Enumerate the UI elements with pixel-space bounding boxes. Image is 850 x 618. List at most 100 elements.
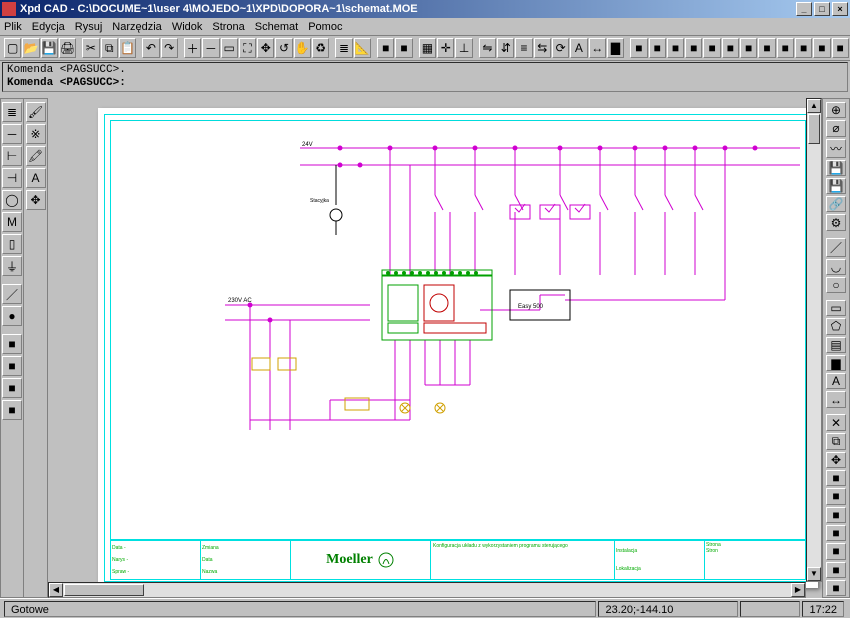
scroll-down-button[interactable]: ▼ <box>807 567 821 581</box>
cable-button[interactable]: 〰 <box>826 139 846 158</box>
ortho-button[interactable]: ⊥ <box>455 38 472 58</box>
line-button[interactable]: ／ <box>826 238 846 257</box>
circle-button[interactable]: ○ <box>826 277 846 293</box>
del-button[interactable]: ✕ <box>826 414 846 430</box>
new-button[interactable]: ▢ <box>4 38 21 58</box>
menu-plik[interactable]: Plik <box>4 21 22 33</box>
sym7-button[interactable]: ■ <box>740 38 757 58</box>
copy2-button[interactable]: ⧉ <box>826 433 846 450</box>
print-button[interactable]: 🖨 <box>59 38 76 58</box>
dim-button[interactable]: ↔ <box>589 38 606 58</box>
block4-button[interactable]: ■ <box>2 400 22 420</box>
tool-b-button[interactable]: ■ <box>395 38 412 58</box>
flip-h-button[interactable]: ⇋ <box>479 38 496 58</box>
zoom-window-button[interactable]: ▭ <box>221 38 238 58</box>
dim2-button[interactable]: ↔ <box>826 391 846 407</box>
menu-schemat[interactable]: Schemat <box>255 21 298 33</box>
cut-button[interactable]: ✂ <box>82 38 99 58</box>
text-button[interactable]: A <box>570 38 587 58</box>
hand-button[interactable]: ✋ <box>294 38 311 58</box>
move2-button[interactable]: ✥ <box>826 452 846 468</box>
sym3-button[interactable]: ■ <box>667 38 684 58</box>
wire-button[interactable]: ─ <box>2 124 22 144</box>
pan-button[interactable]: ✥ <box>257 38 274 58</box>
motor-button[interactable]: M <box>2 212 22 232</box>
mirr2-button[interactable]: ■ <box>826 488 846 504</box>
mirror-button[interactable]: ⇆ <box>534 38 551 58</box>
close-button[interactable]: × <box>832 2 848 16</box>
sym2-button[interactable]: ■ <box>649 38 666 58</box>
menu-edycja[interactable]: Edycja <box>32 21 65 33</box>
move-button[interactable]: ✥ <box>26 190 46 210</box>
copy-button[interactable]: ⧉ <box>101 38 118 58</box>
coil-button[interactable]: ◯ <box>2 190 22 210</box>
regen-button[interactable]: ♻ <box>312 38 329 58</box>
measure-button[interactable]: 📐 <box>354 38 371 58</box>
paint-button[interactable]: 🖌 <box>26 102 46 122</box>
break-button[interactable]: ■ <box>826 562 846 578</box>
join-button[interactable]: ■ <box>826 580 846 596</box>
brush-button[interactable]: 🖍 <box>26 146 46 166</box>
sym10-button[interactable]: ■ <box>795 38 812 58</box>
horizontal-scrollbar[interactable]: ◀ ▶ <box>48 582 806 598</box>
scroll-up-button[interactable]: ▲ <box>807 99 821 113</box>
screw-button[interactable]: ⌀ <box>826 120 846 136</box>
text2-button[interactable]: A <box>826 373 846 389</box>
snap-button[interactable]: ✛ <box>437 38 454 58</box>
arc-button[interactable]: ◡ <box>826 259 846 275</box>
grid-button[interactable]: ▦ <box>419 38 436 58</box>
command-input[interactable] <box>132 76 532 90</box>
save2-button[interactable]: 💾 <box>826 178 846 194</box>
rotate-button[interactable]: ⟳ <box>552 38 569 58</box>
text-button[interactable]: A <box>26 168 46 188</box>
zoom-prev-button[interactable]: ↺ <box>275 38 292 58</box>
poly-button[interactable]: ⬠ <box>826 318 846 334</box>
line-button[interactable]: ／ <box>2 284 22 304</box>
tool-a-button[interactable]: ■ <box>377 38 394 58</box>
block3-button[interactable]: ■ <box>2 378 22 398</box>
minimize-button[interactable]: _ <box>796 2 812 16</box>
flip-v-button[interactable]: ⇵ <box>497 38 514 58</box>
sym5-button[interactable]: ■ <box>703 38 720 58</box>
block1-button[interactable]: ■ <box>2 334 22 354</box>
scale-button[interactable]: ■ <box>826 507 846 523</box>
scroll-left-button[interactable]: ◀ <box>49 583 63 597</box>
hatch-button[interactable]: ▤ <box>826 337 846 353</box>
save-button[interactable]: 💾 <box>41 38 58 58</box>
contact-nc-button[interactable]: ⊣ <box>2 168 22 188</box>
vscroll-thumb[interactable] <box>808 114 820 144</box>
sym11-button[interactable]: ■ <box>813 38 830 58</box>
prop-button[interactable]: ⚙ <box>826 214 846 230</box>
layers-button[interactable]: ≣ <box>2 102 22 122</box>
maximize-button[interactable]: □ <box>814 2 830 16</box>
hscroll-thumb[interactable] <box>64 584 144 596</box>
sym6-button[interactable]: ■ <box>722 38 739 58</box>
menu-rysuj[interactable]: Rysuj <box>75 21 103 33</box>
zoom-out-button[interactable]: － <box>202 38 219 58</box>
menu-narzedzia[interactable]: Narzędzia <box>112 21 162 33</box>
fuse-button[interactable]: ▯ <box>2 234 22 254</box>
menu-strona[interactable]: Strona <box>212 21 244 33</box>
sym9-button[interactable]: ■ <box>777 38 794 58</box>
vertical-scrollbar[interactable]: ▲ ▼ <box>806 98 822 582</box>
layer-button[interactable]: ≣ <box>335 38 352 58</box>
sym1-button[interactable]: ■ <box>630 38 647 58</box>
undo-button[interactable]: ↶ <box>142 38 159 58</box>
menu-pomoc[interactable]: Pomoc <box>308 21 342 33</box>
zoom-extents-button[interactable]: ⛶ <box>239 38 256 58</box>
sym12-button[interactable]: ■ <box>832 38 849 58</box>
sym4-button[interactable]: ■ <box>685 38 702 58</box>
ref-button[interactable]: ※ <box>26 124 46 144</box>
contact-no-button[interactable]: ⊢ <box>2 146 22 166</box>
zoom-in-button[interactable]: ＋ <box>184 38 201 58</box>
fill-button[interactable]: ▆ <box>826 355 846 371</box>
open-button[interactable]: 📂 <box>22 38 39 58</box>
color-button[interactable]: ▇ <box>607 38 624 58</box>
scroll-right-button[interactable]: ▶ <box>791 583 805 597</box>
extend-button[interactable]: ■ <box>826 543 846 559</box>
rect-button[interactable]: ▭ <box>826 300 846 316</box>
drawing-sheet[interactable]: Easy 500 Stacyjka <box>98 108 818 588</box>
sym8-button[interactable]: ■ <box>758 38 775 58</box>
insert-button[interactable]: ⊕ <box>826 102 846 118</box>
block2-button[interactable]: ■ <box>2 356 22 376</box>
